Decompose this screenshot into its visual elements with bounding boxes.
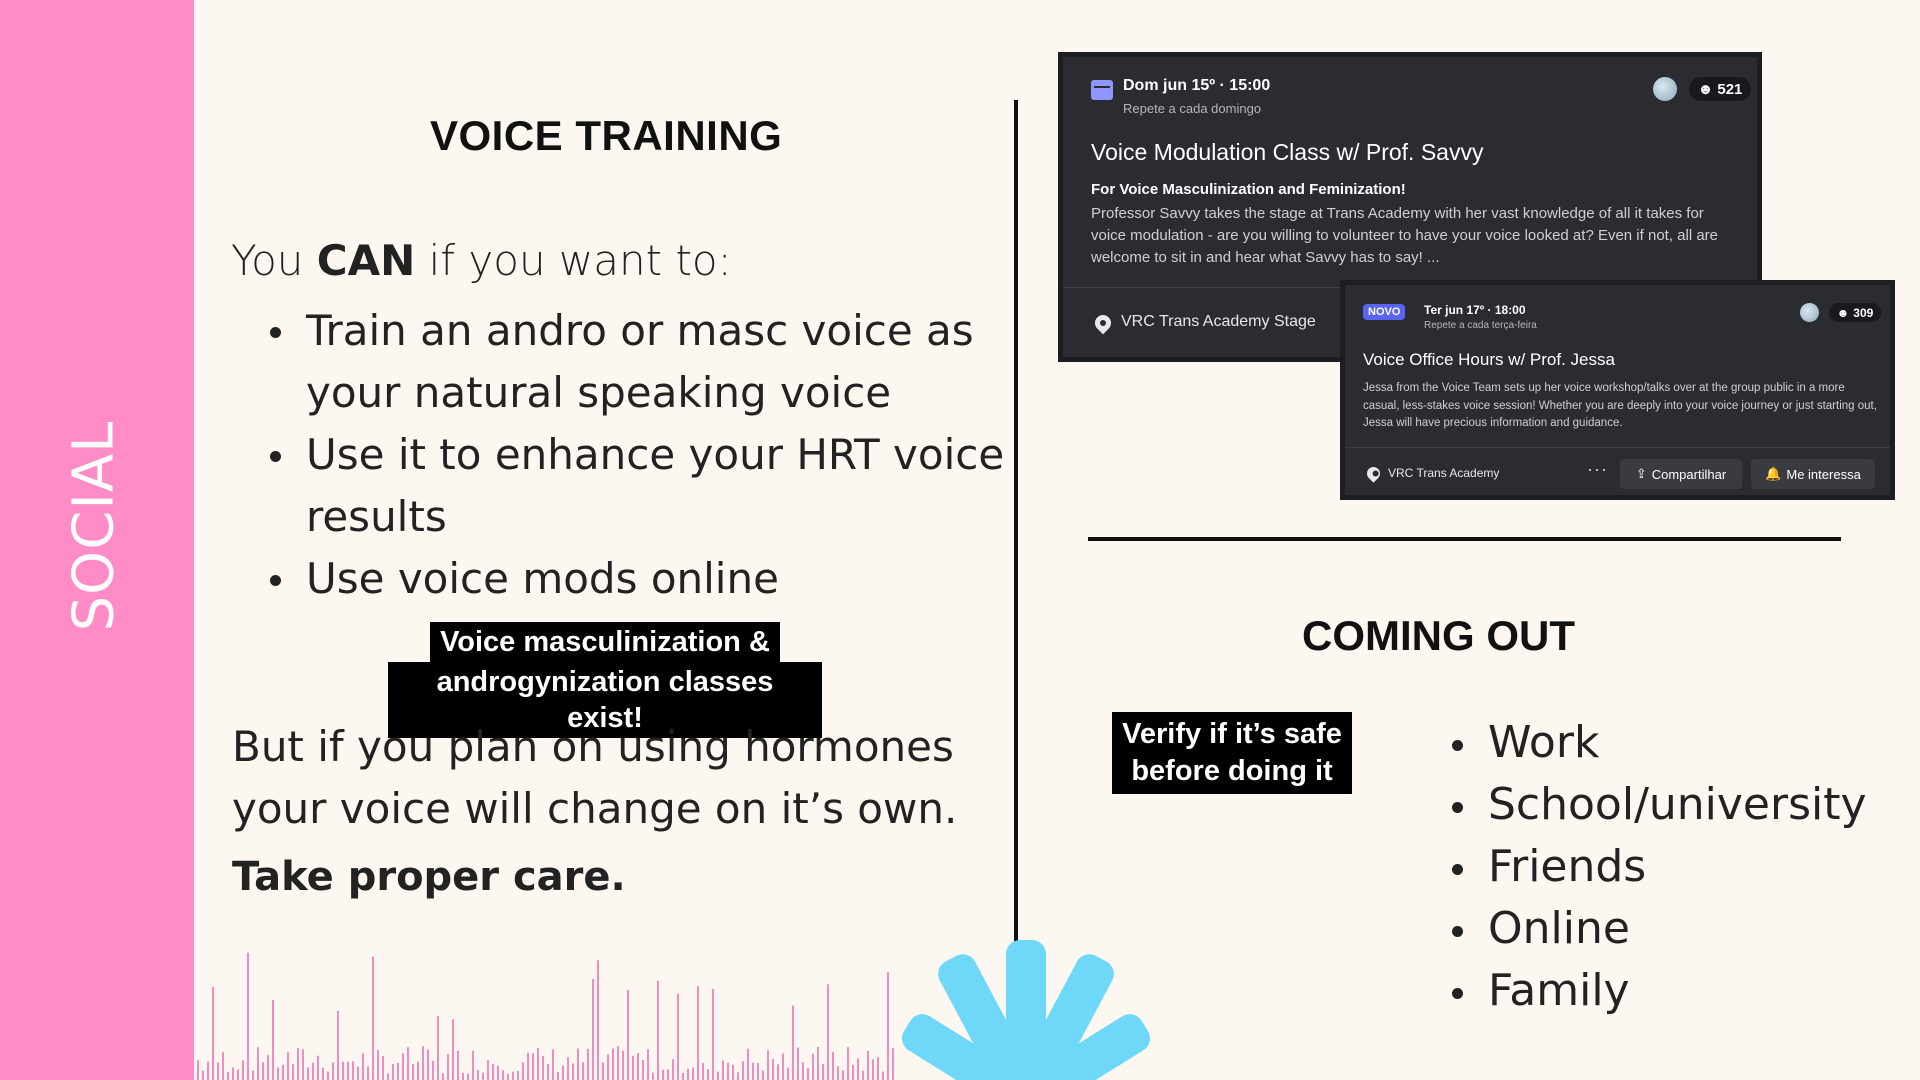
list-item: Train an andro or masc voice as your nat… xyxy=(270,300,1010,424)
event-repeat: Repete a cada domingo xyxy=(1123,101,1262,116)
more-options-icon[interactable]: ··· xyxy=(1587,459,1608,480)
interested-count: ☻ 521 xyxy=(1689,77,1751,101)
list-item: Online xyxy=(1452,898,1867,960)
coming-out-list: Work School/university Friends Online Fa… xyxy=(1452,712,1867,1022)
event-subtitle: For Voice Masculinization and Feminizati… xyxy=(1091,181,1406,198)
audio-waveform-decoration xyxy=(197,952,894,1080)
hormones-note: But if you plan on using hormones your v… xyxy=(232,722,958,833)
interested-button[interactable]: 🔔 Me interessa xyxy=(1751,459,1875,489)
event-repeat: Repete a cada terça-feira xyxy=(1424,320,1537,331)
event-date: Dom jun 15º · 15:00 xyxy=(1123,77,1271,94)
event-description: Jessa from the Voice Team sets up her vo… xyxy=(1363,382,1877,429)
list-item: Friends xyxy=(1452,836,1867,898)
intro-prefix: You xyxy=(231,236,317,285)
intro-suffix: if you want to: xyxy=(415,236,732,285)
share-button-label: Compartilhar xyxy=(1651,466,1727,482)
event-title: Voice Office Hours w/ Prof. Jessa xyxy=(1363,350,1615,369)
event-date: Ter jun 17º · 18:00 xyxy=(1424,303,1526,317)
event-location: VRC Trans Academy xyxy=(1388,466,1500,480)
new-badge: NOVO xyxy=(1363,304,1406,320)
intro-bold: CAN xyxy=(316,236,416,285)
calendar-icon xyxy=(1091,80,1113,100)
voice-training-heading: VOICE TRAINING xyxy=(430,112,783,159)
section-rule xyxy=(1088,537,1841,541)
take-care-note: Take proper care. xyxy=(232,854,626,900)
list-item: Use voice mods online xyxy=(270,548,1010,610)
avatar xyxy=(1800,303,1819,322)
classes-badge-line1: Voice masculinization & xyxy=(430,622,780,662)
card-separator xyxy=(1345,447,1890,448)
event-description: Professor Savvy takes the stage at Trans… xyxy=(1091,205,1719,266)
safety-badge-line2: before doing it xyxy=(1131,755,1333,787)
location-pin-icon xyxy=(1364,464,1383,483)
interested-count-value: 521 xyxy=(1717,80,1743,98)
intro-text: You CAN if you want to: xyxy=(231,236,732,285)
event-location: VRC Trans Academy Stage xyxy=(1121,313,1316,330)
avatar xyxy=(1653,77,1677,101)
share-button[interactable]: ⇪ Compartilhar xyxy=(1620,459,1742,489)
list-item: Work xyxy=(1452,712,1867,774)
safety-badge-line1: Verify if it’s safe xyxy=(1122,718,1342,750)
share-icon: ⇪ xyxy=(1635,466,1647,481)
list-item: Use it to enhance your HRT voice results xyxy=(270,424,1010,548)
list-item: Family xyxy=(1452,960,1867,1022)
safety-badge: Verify if it’s safe before doing it xyxy=(1112,712,1352,794)
voice-goals-list: Train an andro or masc voice as your nat… xyxy=(270,300,1010,610)
interested-count: ☻ 309 xyxy=(1829,303,1881,322)
event-card-jessa[interactable]: NOVO Ter jun 17º · 18:00 Repete a cada t… xyxy=(1340,280,1895,500)
list-item: School/university xyxy=(1452,774,1867,836)
users-icon: ☻ xyxy=(1697,80,1714,98)
coming-out-heading: COMING OUT xyxy=(1302,612,1575,659)
bell-icon: 🔔 xyxy=(1765,466,1782,481)
starburst-decoration xyxy=(901,940,1151,1080)
users-icon: ☻ xyxy=(1836,305,1850,320)
sidebar-title: SOCIAL xyxy=(61,420,127,632)
interested-count-value: 309 xyxy=(1853,305,1874,320)
vertical-divider xyxy=(1014,100,1018,948)
event-title: Voice Modulation Class w/ Prof. Savvy xyxy=(1091,139,1484,165)
interested-button-label: Me interessa xyxy=(1786,466,1861,482)
location-pin-icon xyxy=(1091,311,1115,335)
sidebar: SOCIAL xyxy=(0,0,194,1080)
